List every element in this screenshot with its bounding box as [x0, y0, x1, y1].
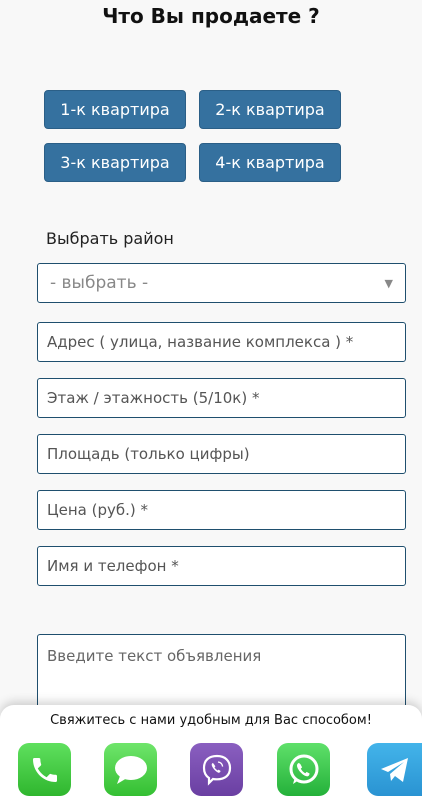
address-field[interactable]: [37, 322, 406, 362]
chevron-down-icon: ▼: [384, 276, 393, 290]
sms-icon[interactable]: [104, 743, 157, 796]
type-button-3k[interactable]: 3-к квартира: [44, 143, 186, 182]
type-button-4k[interactable]: 4-к квартира: [199, 143, 341, 182]
contact-bar-text: Свяжитесь с нами удобным для Вас способо…: [50, 713, 372, 728]
viber-icon[interactable]: [190, 743, 243, 796]
district-select-value: - выбрать -: [50, 273, 149, 293]
contact-bar: Свяжитесь с нами удобным для Вас способо…: [0, 705, 422, 800]
contact-field[interactable]: [37, 546, 406, 586]
page: Что Вы продаете ? 1-к квартира 2-к кварт…: [0, 0, 422, 800]
floor-field[interactable]: [37, 378, 406, 418]
area-field[interactable]: [37, 434, 406, 474]
telegram-icon[interactable]: [367, 743, 422, 796]
district-label: Выбрать район: [46, 229, 174, 248]
phone-icon[interactable]: [18, 743, 71, 796]
whatsapp-icon[interactable]: [277, 743, 330, 796]
district-select[interactable]: - выбрать - ▼: [37, 263, 406, 303]
page-title: Что Вы продаете ?: [102, 4, 320, 28]
type-button-1k[interactable]: 1-к квартира: [44, 90, 186, 129]
price-field[interactable]: [37, 490, 406, 530]
type-button-2k[interactable]: 2-к квартира: [199, 90, 341, 129]
